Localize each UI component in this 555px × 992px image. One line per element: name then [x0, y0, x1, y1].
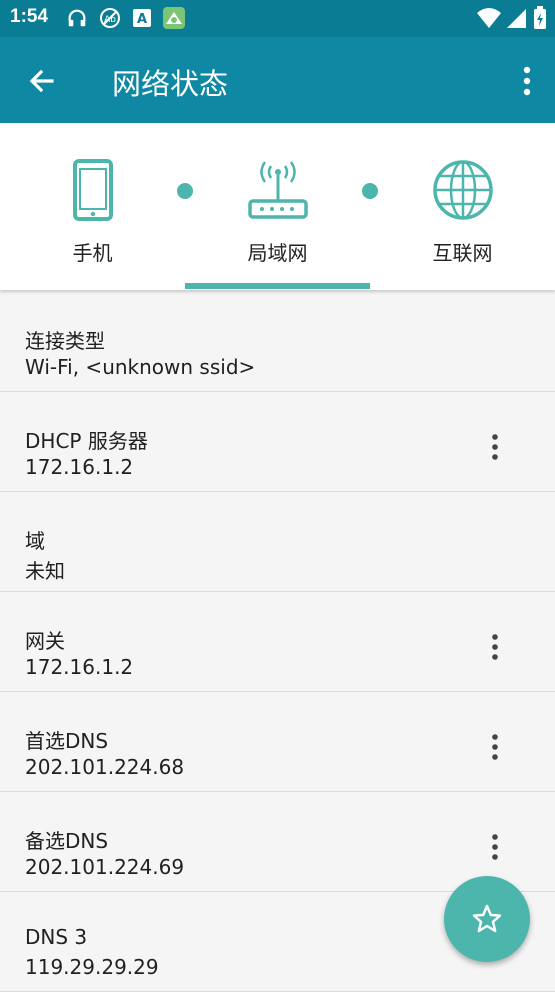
status-icons-left: Ab A: [66, 6, 186, 30]
signal-icon: [507, 9, 526, 28]
tab-internet[interactable]: 互联网: [370, 123, 555, 290]
app-bar: 网络状态: [0, 37, 555, 123]
item-value: 172.16.1.2: [25, 655, 134, 679]
font-app-icon: A: [133, 9, 151, 27]
item-title: DNS 3: [25, 925, 88, 949]
favorite-fab-button[interactable]: [444, 876, 530, 962]
item-value: 119.29.29.29: [25, 955, 159, 979]
list-item-gateway: 网关 172.16.1.2: [0, 592, 555, 692]
list-item-domain: 域 未知: [0, 492, 555, 592]
svg-text:Ab: Ab: [104, 15, 116, 25]
list-item-dhcp-server: DHCP 服务器 172.16.1.2: [0, 392, 555, 492]
status-bar: 1:54 Ab A: [0, 0, 555, 37]
item-title: 首选DNS: [25, 729, 109, 753]
tab-lan-label: 局域网: [247, 241, 308, 265]
headphones-icon: [68, 9, 86, 27]
globe-icon: [432, 160, 493, 220]
more-options-icon[interactable]: [517, 65, 537, 97]
item-value: 172.16.1.2: [25, 455, 134, 479]
app-notification-icon: [163, 7, 185, 29]
item-title: 连接类型: [25, 329, 105, 353]
network-tabs: 手机 局域网 互联网: [0, 123, 555, 290]
item-title: 网关: [25, 629, 65, 653]
overflow-menu-icon[interactable]: [489, 832, 501, 862]
phone-icon: [72, 159, 113, 221]
tab-phone-label: 手机: [72, 241, 113, 265]
item-title: 备选DNS: [25, 829, 109, 853]
tab-internet-label: 互联网: [432, 241, 493, 265]
wifi-icon: [477, 8, 501, 28]
list-item-connection-type: 连接类型 Wi-Fi, <unknown ssid>: [0, 292, 555, 392]
overflow-menu-icon[interactable]: [489, 632, 501, 662]
page-title: 网络状态: [112, 67, 229, 101]
svg-text:A: A: [137, 12, 147, 27]
list-item-primary-dns: 首选DNS 202.101.224.68: [0, 692, 555, 792]
router-icon: [247, 161, 308, 219]
item-value: 202.101.224.68: [25, 755, 185, 779]
item-value: 202.101.224.69: [25, 855, 185, 879]
overflow-menu-icon[interactable]: [489, 432, 501, 462]
item-value: Wi-Fi, <unknown ssid>: [25, 355, 256, 379]
status-icons-right: [477, 6, 547, 30]
battery-icon: [534, 6, 546, 29]
item-title: DHCP 服务器: [25, 429, 148, 453]
tab-phone[interactable]: 手机: [0, 123, 185, 290]
tab-lan[interactable]: 局域网: [185, 123, 370, 290]
item-title: 域: [25, 529, 45, 553]
no-data-icon: Ab: [100, 8, 120, 28]
star-icon: [472, 904, 502, 933]
item-value: 未知: [25, 559, 65, 583]
active-tab-indicator: [185, 283, 370, 289]
back-arrow-icon[interactable]: [26, 65, 58, 97]
status-time: 1:54: [10, 6, 49, 27]
list-item-secondary-dns: 备选DNS 202.101.224.69: [0, 792, 555, 892]
overflow-menu-icon[interactable]: [489, 732, 501, 762]
